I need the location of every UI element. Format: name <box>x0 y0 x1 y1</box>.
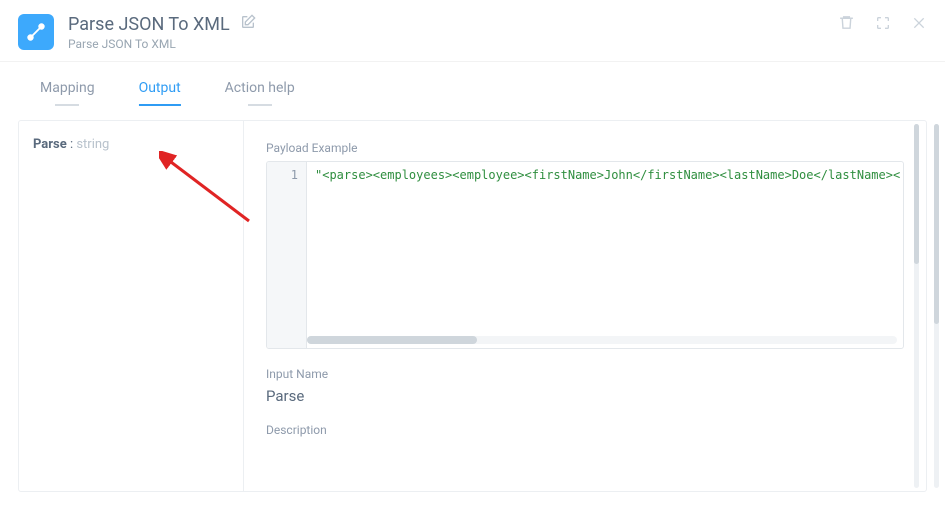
expand-icon[interactable] <box>875 15 891 35</box>
action-icon <box>18 14 54 50</box>
field-sep: : <box>67 137 77 152</box>
output-panel: Parse : string Payload Example 1 "<parse… <box>18 120 927 492</box>
tab-output[interactable]: Output <box>139 74 181 106</box>
page-scrollbar[interactable] <box>934 124 939 488</box>
code-horizontal-scrollbar[interactable] <box>307 336 897 344</box>
input-name-block: Input Name Parse <box>266 367 904 405</box>
edit-icon[interactable] <box>240 14 256 35</box>
payload-code-box[interactable]: 1 "<parse><employees><employee><firstNam… <box>266 161 904 349</box>
payload-example-label: Payload Example <box>266 141 904 155</box>
field-name: Parse <box>33 137 67 152</box>
field-parse[interactable]: Parse : string <box>33 137 229 152</box>
output-main: Payload Example 1 "<parse><employees><em… <box>244 121 926 491</box>
close-icon[interactable] <box>911 15 927 35</box>
code-scroll-thumb[interactable] <box>307 336 477 344</box>
tab-action-help[interactable]: Action help <box>225 74 295 106</box>
description-block: Description <box>266 423 904 437</box>
header-actions <box>838 14 927 35</box>
panel-scrollbar[interactable] <box>914 124 919 488</box>
panel-scroll-thumb[interactable] <box>914 124 919 264</box>
code-line-number: 1 <box>267 162 306 182</box>
fields-sidebar: Parse : string <box>19 121 244 491</box>
header-text: Parse JSON To XML Parse JSON To XML <box>68 14 838 51</box>
tab-mapping[interactable]: Mapping <box>40 74 95 106</box>
trash-icon[interactable] <box>838 14 855 35</box>
code-gutter: 1 <box>267 162 307 348</box>
title-text: Parse JSON To XML <box>68 14 230 35</box>
field-type: string <box>76 137 109 152</box>
page-scroll-thumb[interactable] <box>934 124 939 324</box>
code-content: "<parse><employees><employee><firstName>… <box>307 162 903 334</box>
input-name-value: Parse <box>266 387 904 405</box>
input-name-label: Input Name <box>266 367 904 381</box>
page-title: Parse JSON To XML <box>68 14 838 35</box>
tabs: Mapping Output Action help <box>0 74 945 106</box>
header: Parse JSON To XML Parse JSON To XML <box>0 0 945 62</box>
description-label: Description <box>266 423 904 437</box>
page-subtitle: Parse JSON To XML <box>68 37 838 51</box>
